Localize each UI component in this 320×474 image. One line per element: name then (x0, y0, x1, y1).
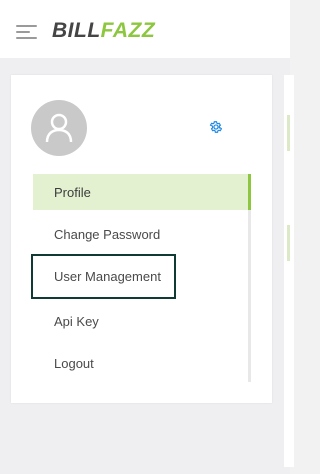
menu-item-profile[interactable]: Profile (33, 174, 251, 210)
avatar (31, 100, 87, 156)
menu-item-logout[interactable]: Logout (33, 345, 251, 381)
panel-accent (287, 115, 290, 151)
profile-menu: Profile Change Password User Management … (31, 174, 251, 387)
menu-scrollbar[interactable] (248, 210, 251, 382)
gear-icon[interactable] (209, 120, 223, 134)
user-icon (45, 113, 73, 143)
menu-item-label: Profile (54, 184, 91, 200)
top-bar: BILLFAZZ (0, 0, 290, 58)
menu-item-api-key[interactable]: Api Key (33, 303, 251, 339)
menu-item-user-management[interactable]: User Management (31, 254, 176, 299)
secondary-panel (284, 75, 294, 467)
menu-item-change-password[interactable]: Change Password (33, 216, 251, 252)
menu-item-label: Api Key (54, 313, 99, 329)
menu-item-label: Logout (54, 355, 94, 371)
hamburger-icon[interactable] (16, 25, 37, 39)
menu-item-label: Change Password (54, 226, 161, 242)
panel-accent (287, 225, 290, 261)
billfazz-logo[interactable]: BILLFAZZ (52, 19, 155, 47)
menu-item-label: User Management (54, 269, 161, 284)
